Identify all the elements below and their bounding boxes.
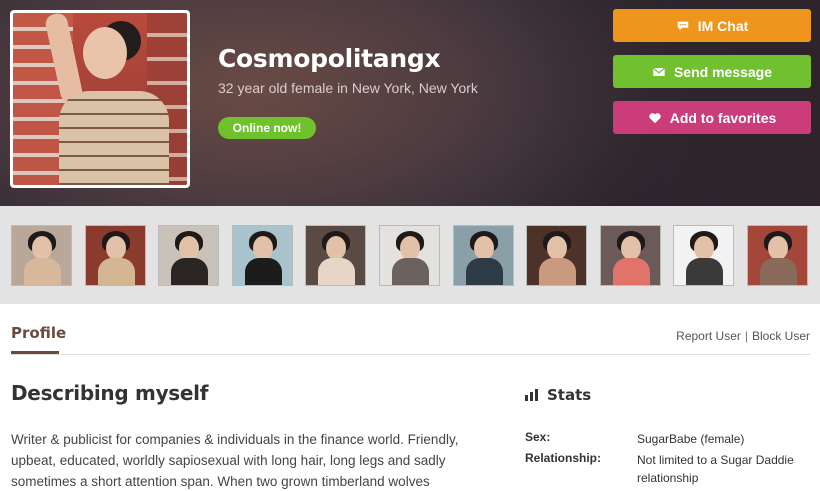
photo-gallery-strip: [0, 206, 820, 304]
avatar-photo: [13, 13, 187, 185]
photo-thumbnail[interactable]: [11, 225, 72, 286]
add-to-favorites-label: Add to favorites: [669, 109, 777, 126]
stat-label: Relationship:: [525, 451, 602, 465]
profile-subtitle: 32 year old female in New York, New York: [218, 80, 478, 96]
photo-thumbnail[interactable]: [526, 225, 587, 286]
photo-thumbnail[interactable]: [158, 225, 219, 286]
tab-divider: [11, 354, 810, 355]
profile-username: Cosmopolitangx: [218, 44, 441, 73]
send-message-button[interactable]: Send message: [613, 55, 811, 88]
report-user-link[interactable]: Report User: [676, 329, 741, 343]
photo-thumbnail[interactable]: [747, 225, 808, 286]
describing-myself-heading: Describing myself: [11, 381, 209, 405]
bar-chart-icon: [525, 389, 539, 401]
stats-title: Stats: [547, 386, 592, 404]
profile-avatar[interactable]: [10, 10, 190, 188]
tab-profile[interactable]: Profile: [11, 324, 66, 342]
photo-thumbnail[interactable]: [85, 225, 146, 286]
photo-thumbnail[interactable]: [600, 225, 661, 286]
describing-myself-text: Writer & publicist for companies & indiv…: [11, 432, 459, 489]
link-separator: |: [744, 329, 748, 343]
stat-value: SugarBabe (female): [637, 432, 745, 446]
photo-thumbnail[interactable]: [453, 225, 514, 286]
im-chat-label: IM Chat: [697, 17, 749, 34]
envelope-icon: [652, 65, 666, 79]
heart-icon: [648, 111, 662, 125]
user-actions-links: Report User | Block User: [676, 329, 810, 343]
chat-bubble-icon: [676, 19, 690, 33]
add-to-favorites-button[interactable]: Add to favorites: [613, 101, 811, 134]
profile-header: Cosmopolitangx 32 year old female in New…: [0, 0, 820, 206]
photo-thumbnail[interactable]: [673, 225, 734, 286]
block-user-link[interactable]: Block User: [752, 329, 810, 343]
stat-value: Not limited to a Sugar Daddie relationsh…: [637, 453, 794, 485]
stats-heading: Stats: [525, 386, 591, 404]
send-message-label: Send message: [673, 63, 773, 80]
online-status-badge: Online now!: [218, 117, 316, 139]
stat-label: Sex:: [525, 430, 551, 444]
photo-thumbnail[interactable]: [379, 225, 440, 286]
photo-thumbnail[interactable]: [305, 225, 366, 286]
im-chat-button[interactable]: IM Chat: [613, 9, 811, 42]
photo-thumbnail[interactable]: [232, 225, 293, 286]
